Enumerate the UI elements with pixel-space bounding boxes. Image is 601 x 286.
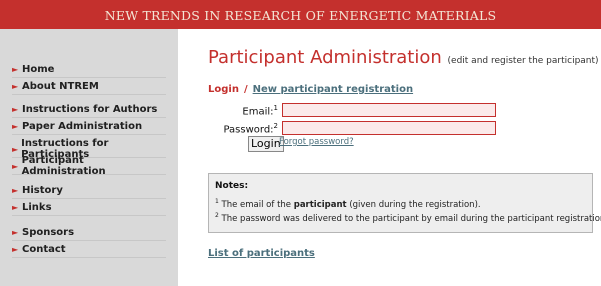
nav-group-general: ► Home ► About NTREM	[12, 61, 166, 95]
note-1-bold: participant	[293, 199, 347, 210]
note-1: 1 The email of the participant (given du…	[215, 198, 481, 210]
chevron-right-icon: ►	[12, 64, 19, 74]
nav-group-history: ► History ► Links	[12, 182, 166, 216]
footnote-ref-1: 1	[273, 104, 278, 112]
sidebar-item-label: Sponsors	[22, 226, 75, 238]
site-title: NEW TRENDS IN RESEARCH OF ENERGETIC MATE…	[104, 8, 497, 23]
chevron-right-icon: ►	[12, 121, 19, 131]
notes-title: Notes:	[215, 181, 249, 191]
note-1-pre: The email of the	[221, 199, 294, 210]
note-2-marker: 2	[215, 212, 219, 219]
chevron-right-icon: ►	[12, 104, 19, 114]
chevron-right-icon: ►	[12, 202, 19, 212]
note-1-post: (given during the registration).	[346, 199, 481, 210]
email-field[interactable]	[282, 103, 496, 117]
sidebar-item-label: Paper Administration	[22, 120, 143, 132]
sidebar-item-participant-admin[interactable]: ► Participant Administration	[12, 155, 166, 177]
sidebar-item-home[interactable]: ► Home	[12, 61, 166, 78]
password-field[interactable]	[282, 121, 496, 135]
sidebar-item-label: Instructions for Authors	[22, 103, 158, 115]
note-2: 2 The password was delivered to the part…	[215, 212, 601, 224]
nav-group-participants: ► Instructions for Participants ► Particip…	[12, 138, 166, 177]
new-participant-registration-link[interactable]: New participant registration	[253, 84, 413, 95]
sidebar-item-label: About NTREM	[22, 80, 99, 92]
nav-group-sponsors: ► Sponsors ► Contact	[12, 224, 166, 258]
note-2-text: The password was delivered to the partic…	[221, 213, 601, 224]
chevron-right-icon: ►	[12, 144, 19, 154]
password-label-text: Password:	[223, 124, 274, 136]
sidebar-item-links[interactable]: ► Links	[12, 199, 166, 216]
sidebar-item-label: Contact	[22, 243, 66, 255]
sidebar-item-about[interactable]: ► About NTREM	[12, 78, 166, 95]
chevron-right-icon: ►	[12, 81, 19, 91]
page-title: Participant Administration (edit and reg…	[208, 47, 599, 68]
login-tabs: Login / New participant registration	[208, 84, 413, 95]
notes-box: Notes: 1 The email of the participant (g…	[208, 173, 601, 233]
email-label-text: Email:	[242, 106, 274, 118]
tab-login[interactable]: Login	[208, 84, 239, 95]
list-of-participants-link[interactable]: List of participants	[208, 248, 315, 259]
main-content: Participant Administration (edit and reg…	[208, 29, 601, 286]
sidebar-item-sponsors[interactable]: ► Sponsors	[12, 224, 166, 241]
sidebar-item-label: History	[22, 184, 63, 196]
chevron-right-icon: ►	[12, 161, 19, 171]
forgot-password-link[interactable]: Forgot password?	[279, 137, 354, 147]
chevron-right-icon: ►	[12, 185, 19, 195]
header-banner: NEW TRENDS IN RESEARCH OF ENERGETIC MATE…	[0, 0, 601, 29]
sidebar-item-contact[interactable]: ► Contact	[12, 241, 166, 258]
sidebar-item-label: Home	[22, 63, 55, 75]
sidebar-item-label: Participant Administration	[21, 155, 106, 177]
tab-separator: /	[243, 84, 248, 95]
page-subtitle: (edit and register the participant)	[447, 56, 599, 66]
email-label: Email:1	[208, 104, 278, 117]
chevron-right-icon: ►	[12, 244, 19, 254]
sidebar-item-instructions-authors[interactable]: ► Instructions for Authors	[12, 101, 166, 118]
footnote-ref-2: 2	[273, 122, 278, 130]
page-title-text: Participant Administration	[208, 47, 442, 68]
note-1-marker: 1	[215, 198, 219, 205]
sidebar-item-paper-admin[interactable]: ► Paper Administration	[12, 118, 166, 135]
nav-group-authors: ► Instructions for Authors ► Paper Adminis…	[12, 101, 166, 135]
chevron-right-icon: ►	[12, 227, 19, 237]
password-label: Password:2	[208, 122, 278, 135]
sidebar-item-label: Links	[22, 201, 52, 213]
sidebar: ► Home ► About NTREM ► Instructions for Aut…	[0, 29, 178, 286]
sidebar-item-history[interactable]: ► History	[12, 182, 166, 199]
